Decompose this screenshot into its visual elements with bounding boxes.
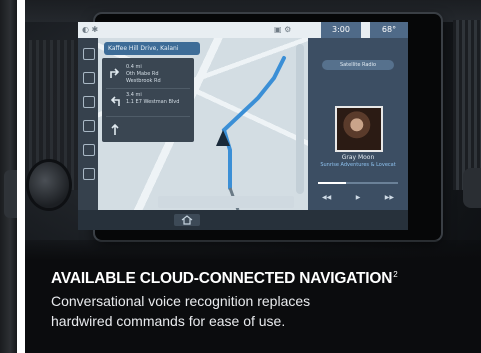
- track-title: Gray Moon: [341, 154, 375, 161]
- volume-knob[interactable]: [29, 162, 69, 208]
- bottom-bar-item[interactable]: [108, 214, 134, 226]
- playback-progress[interactable]: [318, 182, 398, 184]
- bottom-bar-item[interactable]: [310, 214, 336, 226]
- bottom-bar-item[interactable]: [140, 214, 166, 226]
- previous-photo-edge: [0, 0, 17, 353]
- phone-icon[interactable]: [83, 72, 95, 84]
- turn-distance: 3.4 mi: [126, 92, 142, 98]
- bottom-bar-item[interactable]: [208, 214, 234, 226]
- touchscreen[interactable]: ◐ ✱ ▣ ⚙ Kaffee Hill Drive, Kalani 0.4 mi…: [78, 22, 408, 230]
- previous-track-button[interactable]: ◀◀: [322, 194, 331, 202]
- next-track-button[interactable]: ▶▶: [385, 194, 394, 202]
- climate-bar: [78, 210, 408, 230]
- audio-source-button[interactable]: Satellite Radio: [322, 60, 394, 70]
- clock: 3:00: [321, 22, 361, 38]
- status-icons-left: ◐ ✱: [82, 25, 99, 34]
- status-icons-right: ▣ ⚙: [274, 25, 292, 34]
- home-button[interactable]: [174, 214, 200, 226]
- destination-search[interactable]: Kaffee Hill Drive, Kalani: [104, 42, 200, 55]
- turn-item[interactable]: 0.4 mi Oth Mabe Rd Westbrook Rd: [106, 60, 190, 89]
- track-artist: Sunrise Adventures & Lovecat: [320, 162, 396, 168]
- turn-item[interactable]: 3.4 mi 1.1 E7 Westman Blvd: [106, 88, 190, 117]
- map-icon[interactable]: [83, 48, 95, 60]
- turn-item[interactable]: [106, 116, 190, 144]
- turn-arrow-icon: [110, 96, 120, 106]
- bottom-bar-item[interactable]: [276, 214, 302, 226]
- home-icon: [181, 215, 193, 225]
- audio-icon[interactable]: [83, 168, 95, 180]
- search-icon[interactable]: [83, 96, 95, 108]
- turn-arrow-icon: [111, 123, 119, 135]
- apps-icon[interactable]: [83, 144, 95, 156]
- turn-street-secondary: Westbrook Rd: [126, 78, 161, 84]
- zoom-slider[interactable]: [296, 44, 304, 194]
- headline-text: AVAILABLE CLOUD-CONNECTED NAVIGATION: [51, 270, 393, 287]
- bottom-bar-item[interactable]: [242, 214, 268, 226]
- playback-progress-fill: [318, 182, 346, 184]
- turn-list: 0.4 mi Oth Mabe Rd Westbrook Rd 3.4 mi 1…: [102, 58, 194, 142]
- turn-street: Oth Mabe Rd: [126, 71, 159, 77]
- settings-icon[interactable]: [83, 120, 95, 132]
- right-air-vent: [453, 20, 481, 190]
- eta-bar[interactable]: [158, 196, 294, 208]
- media-panel: Satellite Radio Gray Moon Sunrise Advent…: [308, 38, 408, 210]
- footnote-marker: 2: [393, 270, 398, 279]
- media-controls: ◀◀ ▶ ▶▶: [322, 194, 394, 202]
- turn-street: 1.1 E7 Westman Blvd: [126, 99, 180, 105]
- feature-headline: AVAILABLE CLOUD-CONNECTED NAVIGATION2: [51, 270, 451, 288]
- feature-description-line-2: hardwired commands for ease of use.: [51, 313, 286, 329]
- outside-temperature: 68°: [370, 22, 408, 38]
- turn-arrow-icon: [110, 68, 120, 78]
- vehicle-position-icon: [216, 130, 230, 146]
- bottom-bar-item[interactable]: [346, 214, 372, 226]
- turn-distance: 0.4 mi: [126, 64, 142, 70]
- nav-sidebar: [78, 38, 98, 210]
- play-button[interactable]: ▶: [356, 194, 361, 202]
- navigation-map[interactable]: Kaffee Hill Drive, Kalani 0.4 mi Oth Mab…: [98, 38, 308, 210]
- right-vent-dial[interactable]: [463, 168, 481, 208]
- feature-description-line-1: Conversational voice recognition replace…: [51, 293, 311, 309]
- page-gutter: [17, 0, 25, 353]
- album-art: [335, 106, 383, 152]
